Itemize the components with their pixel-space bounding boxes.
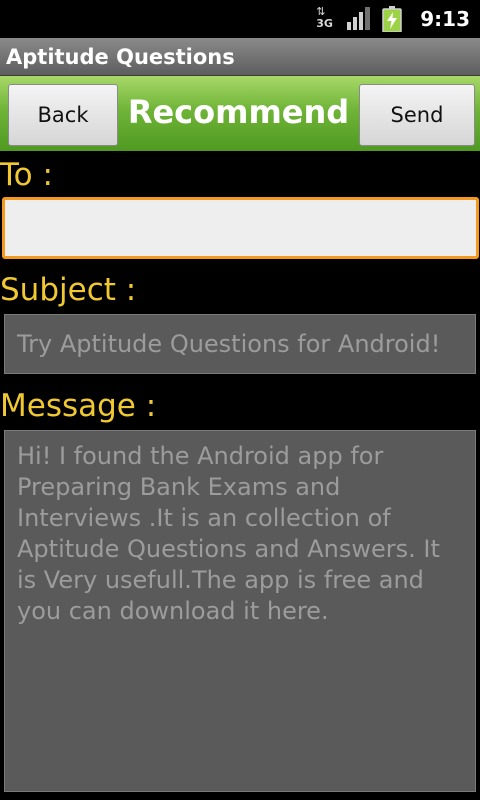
data-activity-icon: ⇅ 3G	[316, 5, 333, 30]
back-button[interactable]: Back	[8, 84, 118, 146]
message-label: Message :	[0, 388, 157, 424]
message-line: Hi! I found the Android app for	[17, 442, 384, 470]
subject-label: Subject :	[0, 272, 137, 308]
status-bar: ⇅ 3G 9:13	[0, 0, 480, 38]
message-line: Aptitude Questions and Answers. It	[17, 535, 440, 563]
message-line: Preparing Bank Exams and	[17, 473, 341, 501]
to-label: To :	[0, 157, 53, 193]
to-field[interactable]	[2, 197, 479, 259]
signal-strength-icon	[347, 7, 371, 30]
message-field[interactable]: Hi! I found the Android app for Preparin…	[4, 430, 476, 792]
message-line: is Very usefull.The app is free and	[17, 566, 424, 594]
subject-field[interactable]: Try Aptitude Questions for Android!	[4, 314, 476, 374]
battery-charging-icon	[382, 6, 402, 32]
page-title: Recommend	[127, 93, 350, 131]
app-title-bar: Aptitude Questions	[0, 38, 480, 76]
message-line: you can download it here.	[17, 597, 329, 625]
network-type: 3G	[316, 17, 333, 30]
status-icons: ⇅ 3G 9:13	[316, 6, 472, 32]
app-title: Aptitude Questions	[6, 45, 235, 69]
status-time: 9:13	[420, 7, 470, 31]
recommend-toolbar: Back Recommend Send	[0, 76, 480, 151]
message-line: Interviews .It is an collection of	[17, 504, 391, 532]
send-button[interactable]: Send	[359, 84, 475, 146]
